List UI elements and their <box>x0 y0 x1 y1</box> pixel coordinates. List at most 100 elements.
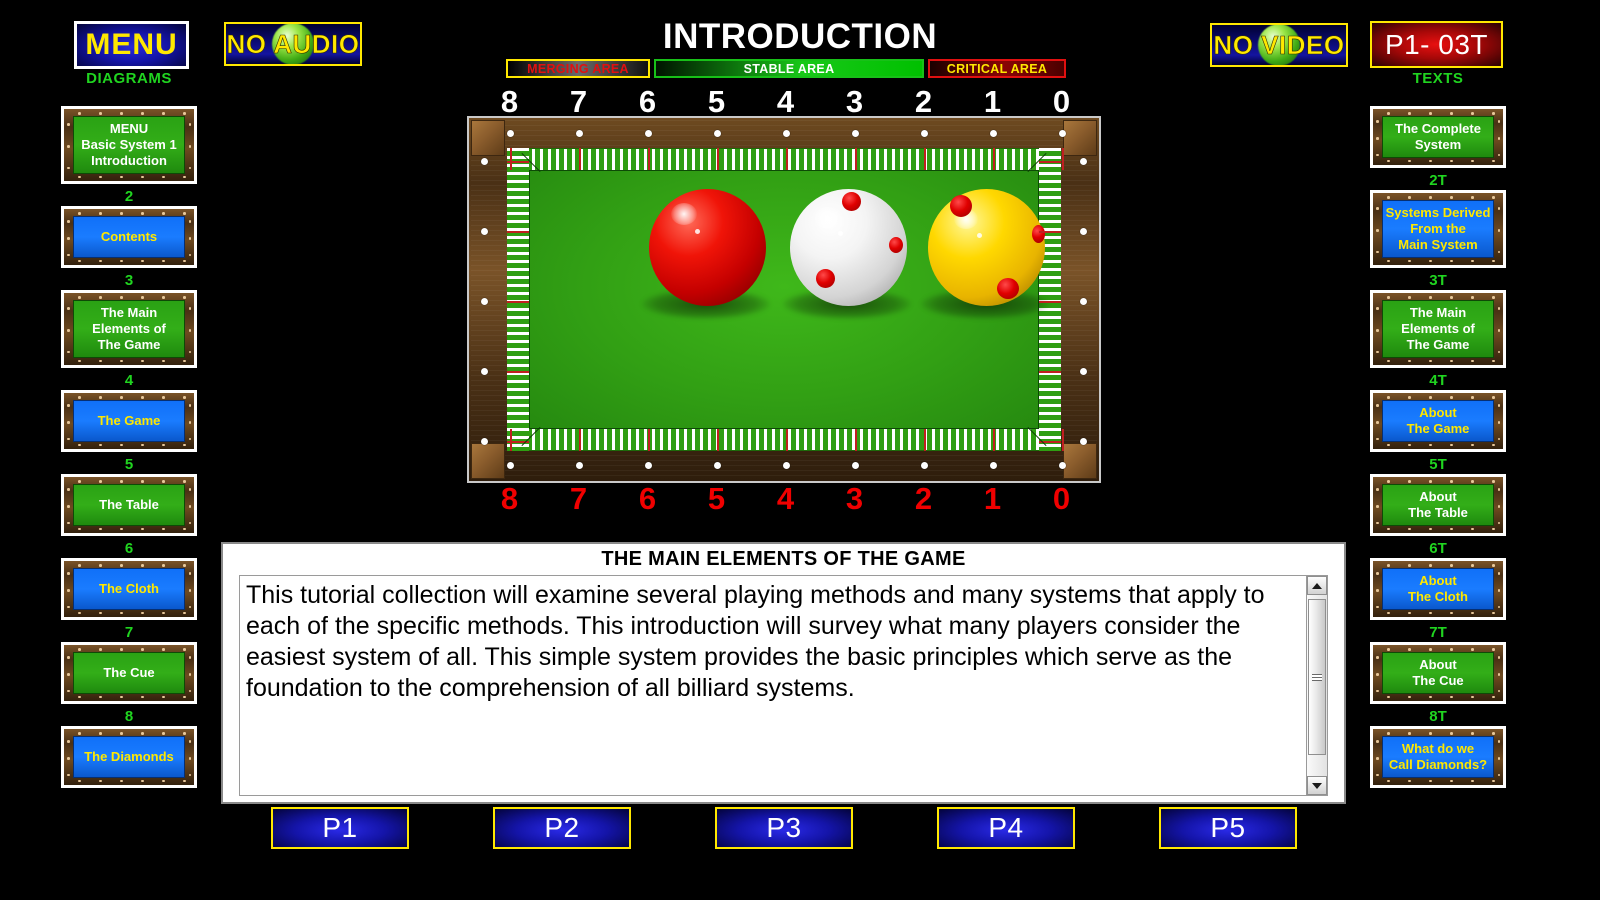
text-panel-scrollbar[interactable] <box>1306 576 1327 795</box>
diagram-label-2: The Main Elements of The Game <box>73 300 185 358</box>
band-tick <box>579 148 581 170</box>
diamond-number-top-1: 7 <box>569 84 588 119</box>
diagram-button-1[interactable]: Contents <box>61 206 197 268</box>
text-item-2: 3T The Main Elements of The Game <box>1363 273 1513 368</box>
rail-diamond-right <box>1080 157 1087 165</box>
text-panel: THE MAIN ELEMENTS OF THE GAME This tutor… <box>221 542 1346 804</box>
page-button-p5[interactable]: P5 <box>1159 807 1297 849</box>
diagram-item-7: 8 The Diamonds <box>54 709 204 788</box>
page-button-p2[interactable]: P2 <box>493 807 631 849</box>
diagrams-list: MENU Basic System 1 Introduction 2 Contents 3… <box>54 89 204 788</box>
text-button-1[interactable]: Systems Derived From the Main System <box>1370 190 1506 268</box>
ball-dot <box>816 269 835 288</box>
diamond-number-top-3: 5 <box>707 84 726 119</box>
diagram-button-0[interactable]: MENU Basic System 1 Introduction <box>61 106 197 184</box>
rail-diamond-top <box>575 130 583 137</box>
app-root: MENU NO AUDIO NO VIDEO P1- 03T INTRODUCT… <box>0 0 1600 900</box>
diagram-index-2: 3 <box>124 272 134 289</box>
diagram-item-1: 2 Contents <box>54 189 204 268</box>
stable-area-bar: STABLE AREA <box>654 59 924 78</box>
band-tick <box>1039 371 1061 373</box>
text-button-6[interactable]: About The Cue <box>1370 642 1506 704</box>
page-button-p1[interactable]: P1 <box>271 807 409 849</box>
text-button-2[interactable]: The Main Elements of The Game <box>1370 290 1506 368</box>
diagrams-sidebar: DIAGRAMS MENU Basic System 1 Introduction 2… <box>54 70 204 793</box>
page-button-p3[interactable]: P3 <box>715 807 853 849</box>
yellow-ball <box>928 189 1045 306</box>
diamond-number-top-0: 8 <box>500 84 519 119</box>
band-tick <box>507 371 529 373</box>
band-tick <box>510 429 512 451</box>
no-video-badge[interactable]: NO VIDEO <box>1210 23 1348 67</box>
diamond-number-top-4: 4 <box>776 84 795 119</box>
diamond-number-bottom-3: 5 <box>707 481 726 516</box>
band-tick <box>717 148 719 170</box>
diagram-button-3[interactable]: The Game <box>61 390 197 452</box>
diamond-numbers-bottom: 8 7 6 5 4 3 2 1 0 <box>475 481 1096 517</box>
scroll-up-button[interactable] <box>1307 576 1327 595</box>
no-audio-label: NO AUDIO <box>226 28 360 59</box>
band-tick <box>924 429 926 451</box>
diagram-button-4[interactable]: The Table <box>61 474 197 536</box>
text-panel-body: This tutorial collection will examine se… <box>246 581 1265 702</box>
text-index-1: 2T <box>1429 172 1447 189</box>
diagram-index-7: 8 <box>124 708 134 725</box>
ball-highlight <box>838 231 843 236</box>
corner-block <box>1063 120 1097 156</box>
billiard-table-diagram <box>467 116 1101 483</box>
band-tick <box>507 301 529 303</box>
rail-diamond-left <box>481 227 488 235</box>
text-button-4[interactable]: About The Table <box>1370 474 1506 536</box>
text-index-5: 6T <box>1429 540 1447 557</box>
diagram-item-0: MENU Basic System 1 Introduction <box>54 89 204 184</box>
band-tick <box>993 429 995 451</box>
rail-diamond-bottom <box>1058 462 1066 469</box>
text-index-3: 4T <box>1429 372 1447 389</box>
rail-diamond-top <box>920 130 928 137</box>
diagram-button-6[interactable]: The Cue <box>61 642 197 704</box>
diamond-number-bottom-5: 3 <box>845 481 864 516</box>
ball-dot <box>997 278 1019 299</box>
diamond-number-bottom-1: 7 <box>569 481 588 516</box>
diagram-index-4: 5 <box>124 456 134 473</box>
text-button-7[interactable]: What do we Call Diamonds? <box>1370 726 1506 788</box>
diagram-button-2[interactable]: The Main Elements of The Game <box>61 290 197 368</box>
text-button-5[interactable]: About The Cloth <box>1370 558 1506 620</box>
table-cloth <box>529 170 1049 429</box>
rail-diamond-bottom <box>989 462 997 469</box>
ball-highlight <box>695 229 700 234</box>
diagram-index-3: 4 <box>124 372 134 389</box>
diamond-number-bottom-8: 0 <box>1052 481 1071 516</box>
diagram-button-7[interactable]: The Diamonds <box>61 726 197 788</box>
rail-diamond-top <box>644 130 652 137</box>
text-button-3[interactable]: About The Game <box>1370 390 1506 452</box>
rail-diamond-top <box>851 130 859 137</box>
no-audio-badge[interactable]: NO AUDIO <box>224 22 362 66</box>
diagram-button-5[interactable]: The Cloth <box>61 558 197 620</box>
scrollbar-thumb[interactable] <box>1308 599 1326 755</box>
rail-diamond-right <box>1080 227 1087 235</box>
diamond-number-bottom-4: 4 <box>776 481 795 516</box>
text-button-0[interactable]: The Complete System <box>1370 106 1506 168</box>
text-label-0: The Complete System <box>1382 116 1494 158</box>
scrollbar-track[interactable] <box>1307 595 1327 776</box>
scroll-down-button[interactable] <box>1307 776 1327 795</box>
ball-dot <box>1032 225 1045 243</box>
diagram-label-3: The Game <box>73 400 185 442</box>
text-item-0: The Complete System <box>1363 89 1513 168</box>
band-tick <box>924 148 926 170</box>
scroll-down-arrow-icon <box>1312 782 1322 789</box>
diagram-item-3: 4 The Game <box>54 373 204 452</box>
rail-diamond-top <box>506 130 514 137</box>
diagram-item-6: 7 The Cue <box>54 625 204 704</box>
diamond-number-bottom-7: 1 <box>983 481 1002 516</box>
scrollbar-grip-icon <box>1312 673 1322 681</box>
page-button-p4[interactable]: P4 <box>937 807 1075 849</box>
diamond-number-top-5: 3 <box>845 84 864 119</box>
diagram-item-5: 6 The Cloth <box>54 541 204 620</box>
text-item-6: 7T About The Cue <box>1363 625 1513 704</box>
text-label-3: About The Game <box>1382 400 1494 442</box>
diamond-numbers-top: 8 7 6 5 4 3 2 1 0 <box>475 84 1096 120</box>
band-tick <box>1062 429 1064 451</box>
band-tick <box>1039 231 1061 233</box>
